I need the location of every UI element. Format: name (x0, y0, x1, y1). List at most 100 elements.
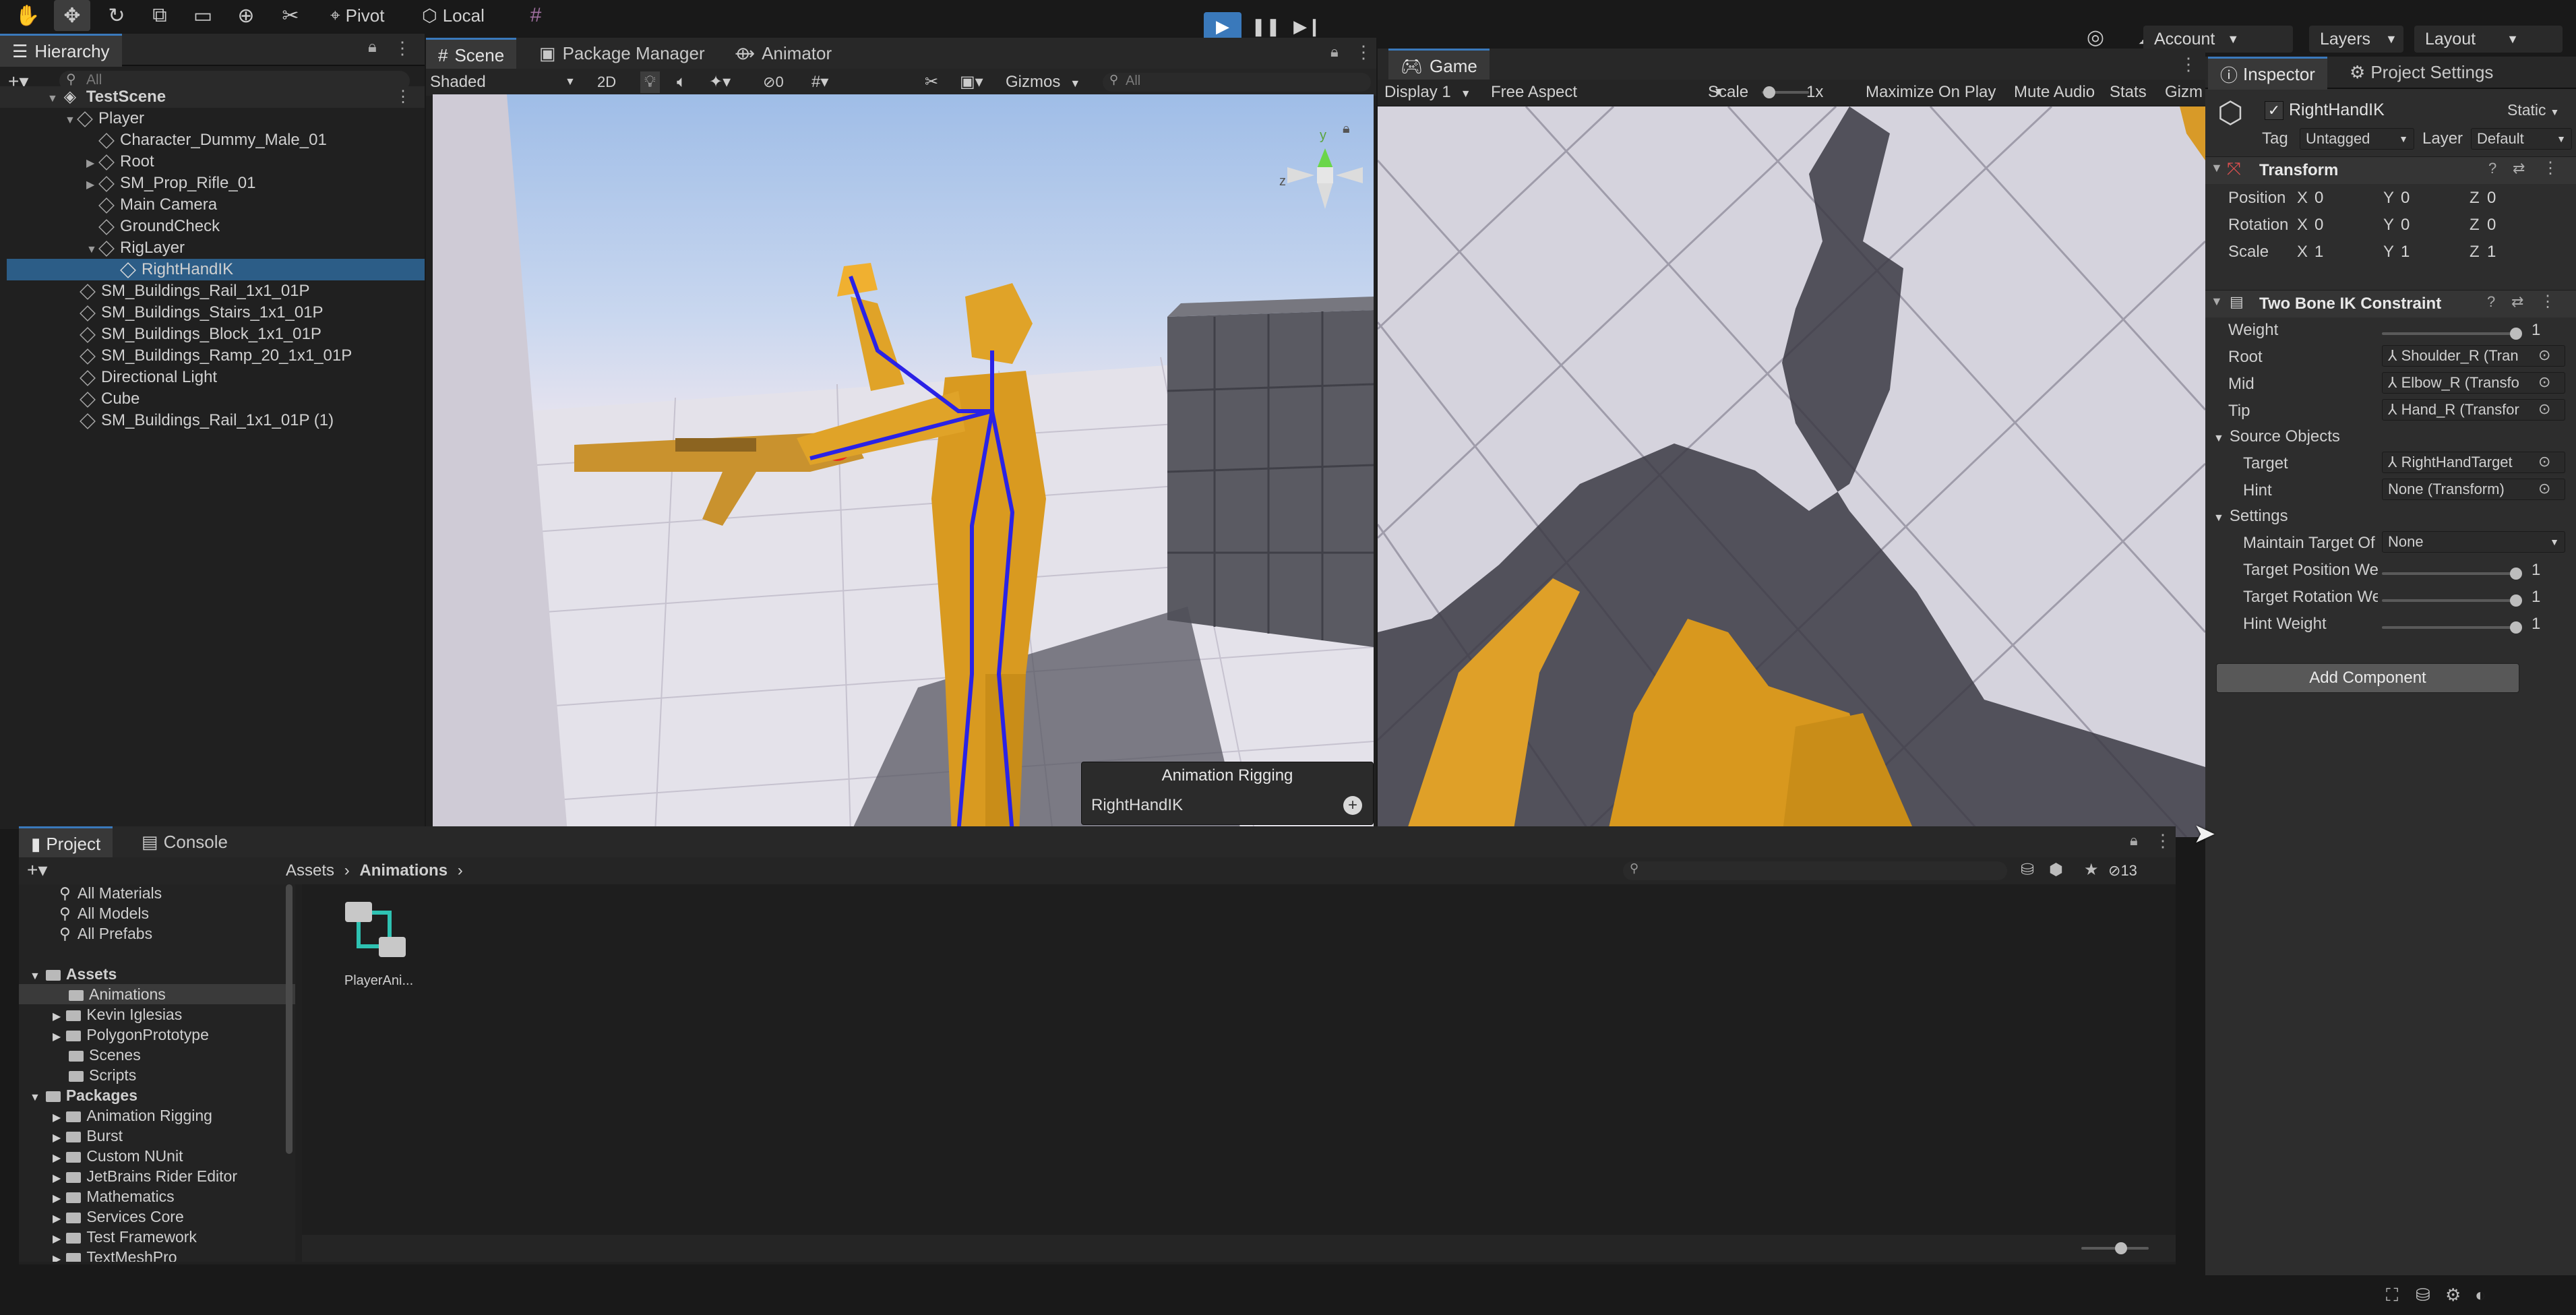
target-rotation-weight-value[interactable]: 1 (2532, 588, 2540, 607)
gizmos-dropdown[interactable]: Gizmos ▼ (1006, 71, 1080, 95)
layers-dropdown[interactable]: Layers ▼ (2309, 26, 2403, 53)
scale-tool-icon[interactable]: ⧉ (142, 0, 178, 31)
tab-package-manager[interactable]: ▣ Package Manager (527, 38, 717, 69)
weight-slider[interactable] (2382, 332, 2517, 335)
shading-dropdown[interactable]: Shaded ▼ (426, 71, 585, 93)
step-button[interactable]: ▶❙ (1290, 12, 1325, 40)
lock-icon[interactable]: 🔒︎ (368, 38, 377, 57)
2d-toggle[interactable]: 2D (597, 71, 616, 93)
package-textmeshpro[interactable]: ▶ TextMeshPro (53, 1247, 177, 1262)
tree-item-rail-1[interactable]: SM_Buildings_Rail_1x1_01P (1) (0, 410, 425, 431)
presets-icon[interactable]: ⇄ (2511, 293, 2523, 311)
scale-slider-knob[interactable] (1763, 86, 1775, 98)
folder-assets[interactable]: ▼ Assets (30, 964, 117, 984)
lock-icon[interactable]: 🔒︎ (2130, 832, 2138, 849)
active-checkbox[interactable]: ✓ (2265, 101, 2283, 120)
rotate-tool-icon[interactable]: ↻ (98, 0, 135, 31)
add-component-button[interactable]: Add Component (2216, 663, 2519, 693)
transform-position-z-field[interactable]: 0 (2487, 189, 2549, 208)
folder-animations[interactable]: Animations (19, 984, 295, 1004)
tab-inspector[interactable]: ⓘ Inspector (2208, 57, 2327, 90)
tab-project[interactable]: ▮ Project (19, 826, 113, 859)
maintain-offset-dropdown[interactable]: None ▼ (2382, 531, 2565, 553)
more-options-icon[interactable]: ⋮ (2542, 158, 2558, 178)
folder-scripts[interactable]: Scripts (69, 1065, 136, 1085)
more-options-icon[interactable]: ⋮ (394, 38, 411, 59)
grid-toggle-icon[interactable]: #▾ (811, 71, 828, 93)
add-icon[interactable]: +▾ (27, 859, 47, 881)
folder-polygonprototype[interactable]: ▶ PolygonPrototype (53, 1025, 209, 1045)
layer-dropdown[interactable]: Default ▼ (2471, 128, 2572, 150)
expand-arrow-icon[interactable]: ▶ (86, 175, 98, 196)
target-position-weight-value[interactable]: 1 (2532, 561, 2540, 580)
favorite-all-prefabs[interactable]: ⚲ All Prefabs (59, 923, 152, 944)
display-dropdown[interactable]: Display 1 ▼ (1384, 80, 1471, 107)
more-options-icon[interactable]: ⋮ (1355, 42, 1372, 63)
tree-item-character[interactable]: Character_Dummy_Male_01 (0, 129, 425, 151)
tree-item-rail[interactable]: SM_Buildings_Rail_1x1_01P (0, 280, 425, 302)
icon-size-knob[interactable] (2115, 1242, 2127, 1254)
tree-item-righthandik[interactable]: RightHandIK (7, 259, 425, 280)
effects-icon[interactable]: ✦▾ (709, 71, 731, 93)
progress-icon[interactable]: ⛶ (2386, 1285, 2398, 1306)
audio-icon[interactable]: 🔈︎ (677, 71, 686, 93)
transform-rotation-z-field[interactable]: 0 (2487, 216, 2549, 235)
source-objects-foldout[interactable]: ▼ Source Objects (2213, 427, 2340, 446)
package-burst[interactable]: ▶ Burst (53, 1126, 123, 1146)
lock-icon[interactable]: 🔒︎ (1330, 43, 1339, 61)
more-options-icon[interactable]: ⋮ (2154, 830, 2172, 851)
transform-position-y-field[interactable]: 0 (2401, 189, 2463, 208)
tab-project-settings[interactable]: ⚙ Project Settings (2337, 57, 2505, 88)
breadcrumb-assets[interactable]: Assets (286, 861, 334, 880)
more-options-icon[interactable]: ⋮ (2540, 292, 2556, 311)
hint-weight-knob[interactable] (2510, 621, 2522, 634)
debug-icon[interactable]: ⚙ (2445, 1285, 2461, 1306)
tools-icon[interactable]: ✂ (925, 71, 938, 93)
move-tool-icon[interactable]: ✥ (54, 0, 90, 31)
grid-snap-icon[interactable]: # (518, 0, 554, 31)
settings-foldout[interactable]: ▼ Settings (2213, 507, 2288, 526)
tree-item-cube[interactable]: Cube (0, 388, 425, 410)
tree-item-main-camera[interactable]: Main Camera (0, 194, 425, 216)
lighting-icon[interactable]: 💡︎ (640, 71, 660, 93)
hidden-packages-toggle[interactable]: ⊘13 (2108, 860, 2137, 882)
package-services-core[interactable]: ▶ Services Core (53, 1206, 184, 1227)
local-toggle[interactable]: ⬡ Local (422, 3, 485, 28)
package-animation-rigging[interactable]: ▶ Animation Rigging (53, 1105, 212, 1126)
object-picker-icon[interactable]: ⊙ (2538, 480, 2550, 497)
tab-animator[interactable]: ⟴ Animator (723, 38, 844, 69)
transform-scale-x-field[interactable]: 1 (2314, 243, 2376, 262)
favorite-icon[interactable]: ★ (2084, 860, 2099, 880)
folder-scenes[interactable]: Scenes (69, 1045, 141, 1065)
object-picker-icon[interactable]: ⊙ (2538, 346, 2550, 364)
breadcrumb-animations[interactable]: Animations (359, 861, 448, 880)
package-jetbrains-rider[interactable]: ▶ JetBrains Rider Editor (53, 1166, 237, 1186)
weight-slider-knob[interactable] (2510, 328, 2522, 340)
layout-dropdown[interactable]: Layout ▼ (2414, 26, 2563, 53)
tree-item-rifle[interactable]: ▶ SM_Prop_Rifle_01 (0, 173, 425, 194)
static-toggle[interactable]: Static ▼ (2507, 101, 2559, 119)
tree-item-groundcheck[interactable]: GroundCheck (0, 216, 425, 237)
transform-scale-y-field[interactable]: 1 (2401, 243, 2463, 262)
cache-icon[interactable]: ⛁ (2416, 1285, 2430, 1306)
pivot-toggle[interactable]: ⌖ Pivot (330, 3, 384, 28)
scene-root[interactable]: ▼ ◈ TestScene ⋮ (0, 86, 425, 108)
project-search-input[interactable]: ⚲ (1623, 861, 2007, 880)
target-position-weight-slider[interactable] (2382, 572, 2517, 575)
object-name-field[interactable]: RightHandIK (2289, 98, 2478, 121)
game-viewport[interactable] (1378, 106, 2205, 837)
tab-console[interactable]: ▤ Console (129, 826, 240, 857)
folder-tree-scrollbar[interactable] (286, 884, 293, 1154)
expand-arrow-icon[interactable]: ▼ (47, 88, 59, 110)
expand-arrow-icon[interactable]: ▶ (86, 153, 98, 175)
aspect-dropdown[interactable]: Free Aspect ▼ (1491, 80, 1727, 105)
expand-arrow-icon[interactable]: ▼ (86, 239, 98, 261)
pause-button[interactable]: ❚❚ (1248, 12, 1283, 40)
folder-kevin-iglesias[interactable]: ▶ Kevin Iglesias (53, 1004, 182, 1025)
scene-viewport[interactable]: y z 🔒︎ Animation Rigging RightHandIK + (433, 94, 1374, 833)
more-options-icon[interactable]: ⋮ (2180, 54, 2197, 75)
tree-item-riglayer[interactable]: ▼ RigLayer (0, 237, 425, 259)
target-rotation-weight-slider[interactable] (2382, 599, 2517, 602)
transform-rotation-x-field[interactable]: 0 (2314, 216, 2376, 235)
package-mathematics[interactable]: ▶ Mathematics (53, 1186, 175, 1206)
